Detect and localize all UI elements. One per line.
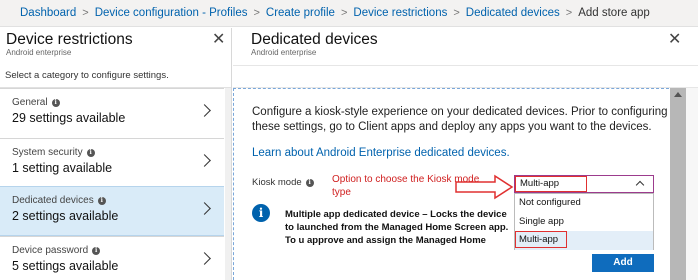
info-icon: i — [92, 246, 101, 255]
category-count: 29 settings available — [12, 111, 126, 125]
breadcrumb-separator: > — [340, 7, 348, 19]
category-label: System security i — [12, 147, 95, 158]
chevron-right-icon — [198, 202, 211, 215]
annotation-arrow-icon — [455, 174, 514, 200]
highlight-box — [515, 231, 567, 248]
breadcrumb-device-configuration[interactable]: Device configuration - Profiles — [95, 7, 248, 19]
breadcrumb-dashboard[interactable]: Dashboard — [20, 7, 76, 19]
info-icon: i — [97, 196, 106, 205]
device-restrictions-blade: Device restrictions Android enterprise ✕… — [0, 28, 232, 280]
breadcrumb-add-store-app: Add store app — [578, 7, 650, 19]
blade-title: Device restrictions — [6, 31, 133, 48]
breadcrumb-separator: > — [565, 7, 573, 19]
category-label: Device password i — [12, 245, 101, 256]
breadcrumb: Dashboard > Device configuration - Profi… — [0, 0, 698, 27]
breadcrumb-dedicated-devices[interactable]: Dedicated devices — [466, 7, 560, 19]
breadcrumb-create-profile[interactable]: Create profile — [266, 7, 335, 19]
description-text: Configure a kiosk-style experience on yo… — [252, 106, 668, 133]
category-count: 1 setting available — [12, 161, 113, 175]
option-single-app[interactable]: Single app — [515, 213, 653, 232]
info-icon: i — [252, 204, 270, 222]
breadcrumb-separator: > — [82, 7, 89, 19]
divider — [233, 65, 698, 66]
info-icon: i — [51, 98, 60, 107]
category-count: 2 settings available — [12, 209, 119, 223]
blade-subtitle: Android enterprise — [251, 48, 317, 57]
blade-title: Dedicated devices — [251, 31, 378, 48]
close-icon[interactable]: ✕ — [212, 32, 225, 48]
info-message: Multiple app dedicated device – Locks th… — [285, 209, 509, 246]
category-device-password[interactable]: Device password i 5 settings available — [0, 236, 224, 280]
category-dedicated-devices[interactable]: Dedicated devices i 2 settings available — [0, 186, 224, 236]
blade-subtitle: Android enterprise — [6, 48, 72, 57]
scrollbar[interactable] — [225, 88, 231, 280]
category-general[interactable]: General i 29 settings available — [0, 88, 224, 138]
chevron-right-icon — [198, 252, 211, 265]
category-label: Dedicated devices i — [12, 195, 106, 206]
scroll-up-icon[interactable] — [674, 92, 682, 97]
breadcrumb-separator: > — [453, 7, 460, 19]
info-icon: i — [305, 178, 314, 187]
info-icon: i — [86, 148, 95, 157]
scrollbar-thumb[interactable] — [670, 88, 686, 280]
category-hint: Select a category to configure settings. — [5, 70, 169, 81]
category-label: General i — [12, 97, 60, 108]
chevron-right-icon — [198, 104, 211, 117]
kiosk-mode-label: Kiosk mode i — [252, 177, 314, 188]
chevron-right-icon — [198, 154, 211, 167]
option-not-configured[interactable]: Not configured — [515, 194, 653, 213]
breadcrumb-separator: > — [253, 7, 260, 19]
chevron-up-icon — [635, 180, 645, 190]
learn-more-link[interactable]: Learn about Android Enterprise dedicated… — [252, 147, 510, 159]
category-count: 5 settings available — [12, 259, 119, 273]
close-icon[interactable]: ✕ — [668, 32, 681, 48]
breadcrumb-device-restrictions[interactable]: Device restrictions — [353, 7, 447, 19]
add-button[interactable]: Add — [592, 254, 654, 272]
category-system-security[interactable]: System security i 1 setting available — [0, 138, 224, 188]
dedicated-devices-blade: Dedicated devices Android enterprise ✕ C… — [233, 28, 698, 280]
highlight-box — [515, 176, 587, 192]
